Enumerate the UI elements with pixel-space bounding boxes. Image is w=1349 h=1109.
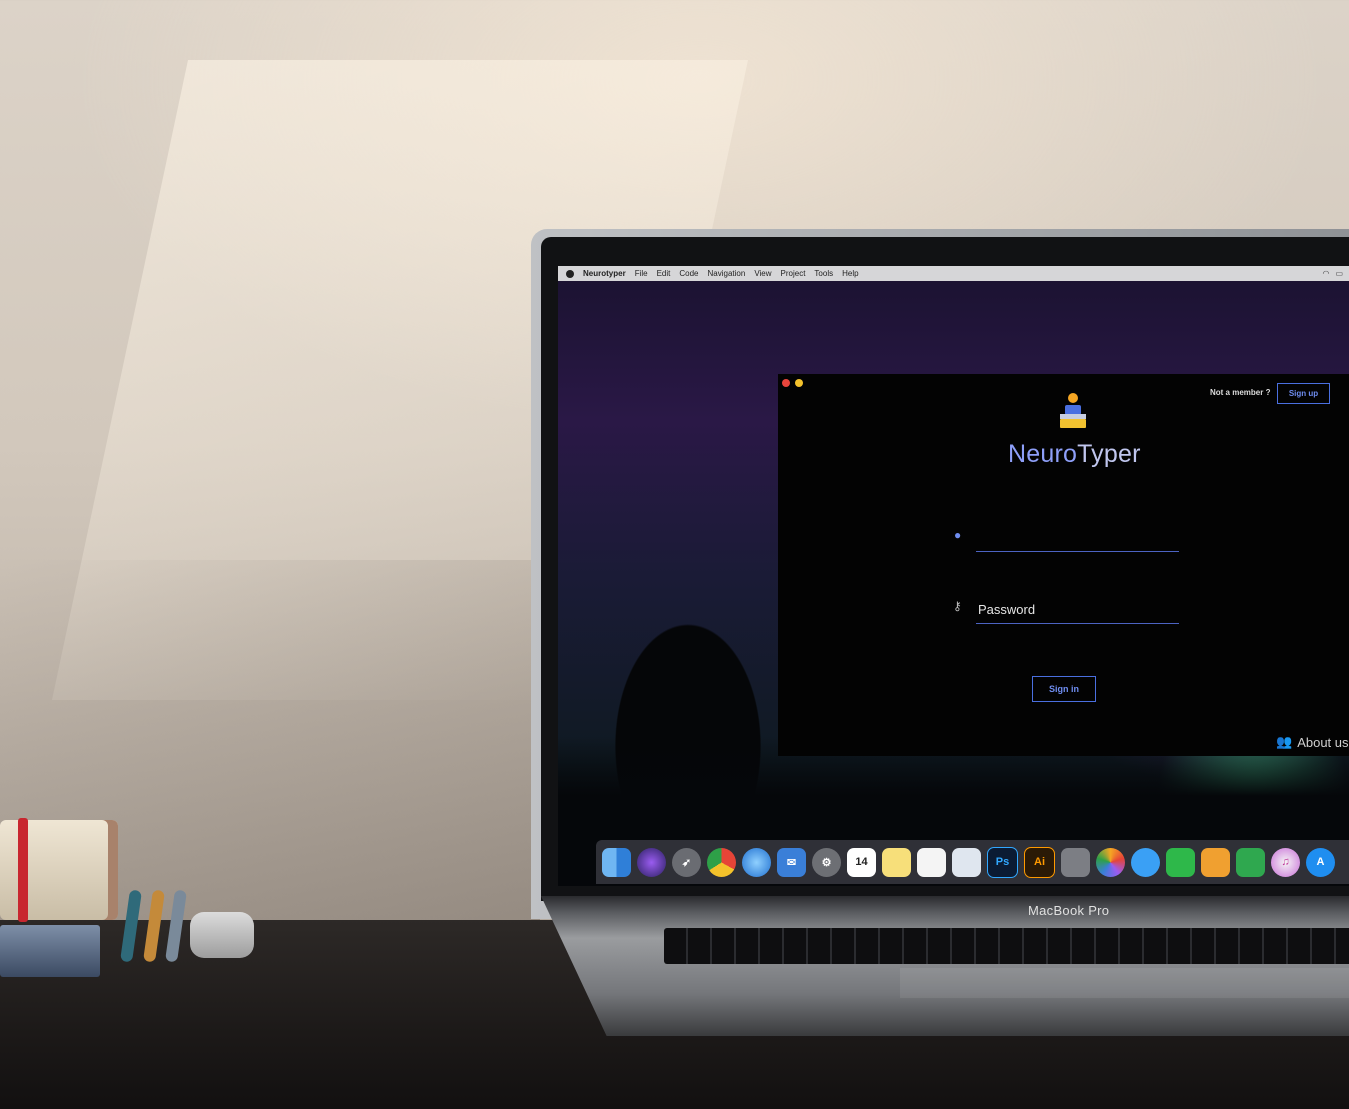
- wifi-icon[interactable]: ◠: [1322, 269, 1329, 278]
- menu-project[interactable]: Project: [781, 269, 806, 278]
- menu-view[interactable]: View: [754, 269, 771, 278]
- login-window: Not a member ? Sign up NeuroTyper ● ⚷ Pa…: [778, 374, 1349, 756]
- typist-logo-icon: [1060, 393, 1086, 428]
- not-member-text: Not a member ?: [1210, 388, 1271, 397]
- user-icon: ●: [954, 528, 962, 542]
- minimize-window-button[interactable]: [795, 379, 803, 387]
- signin-button[interactable]: Sign in: [1032, 676, 1096, 702]
- notebook-band: [18, 818, 28, 922]
- siri-icon[interactable]: [637, 847, 666, 877]
- app-store-icon[interactable]: A: [1306, 847, 1335, 877]
- book-stack: [0, 925, 100, 977]
- dock: ➶ ✉ ⚙ 14 Ps Ai ♫ A: [596, 840, 1349, 884]
- menu-bar: Neurotyper File Edit Code Navigation Vie…: [558, 266, 1349, 281]
- menu-edit[interactable]: Edit: [657, 269, 671, 278]
- laptop-screen: Neurotyper File Edit Code Navigation Vie…: [558, 266, 1349, 886]
- users-icon: 👥: [1276, 734, 1293, 749]
- battery-icon[interactable]: ▭: [1335, 269, 1343, 278]
- menu-code[interactable]: Code: [679, 269, 698, 278]
- keyboard: [664, 928, 1349, 964]
- menu-navigation[interactable]: Navigation: [708, 269, 746, 278]
- signup-button[interactable]: Sign up: [1277, 383, 1330, 404]
- numbers-icon[interactable]: [1236, 847, 1265, 877]
- menu-tools[interactable]: Tools: [814, 269, 833, 278]
- calendar-icon[interactable]: 14: [847, 847, 876, 877]
- itunes-icon[interactable]: ♫: [1271, 847, 1300, 877]
- app-title: NeuroTyper: [1008, 440, 1141, 469]
- app-title-part2: Typer: [1077, 440, 1141, 468]
- pages-icon[interactable]: [1201, 847, 1230, 877]
- menu-file[interactable]: File: [635, 269, 648, 278]
- menu-help[interactable]: Help: [842, 269, 858, 278]
- notes-icon[interactable]: [882, 847, 911, 877]
- facetime-icon[interactable]: [1166, 847, 1195, 877]
- launchpad-icon[interactable]: ➶: [672, 847, 701, 877]
- reminders-icon[interactable]: [917, 847, 946, 877]
- eraser: [190, 912, 254, 958]
- apple-icon[interactable]: [566, 269, 574, 278]
- about-us-link[interactable]: 👥 About us: [1276, 734, 1349, 750]
- menu-status-area: ◠ ▭: [1322, 269, 1349, 278]
- preview-icon[interactable]: [952, 847, 981, 877]
- palm-rest: [900, 968, 1349, 998]
- mail-icon[interactable]: ✉: [777, 847, 806, 877]
- key-icon: ⚷: [953, 599, 962, 613]
- gimp-icon[interactable]: [1061, 847, 1090, 877]
- username-input[interactable]: [976, 528, 1179, 552]
- safari-icon[interactable]: [742, 847, 771, 877]
- messages-icon[interactable]: [1131, 847, 1160, 877]
- photos-icon[interactable]: [1096, 847, 1125, 877]
- laptop-base: [541, 896, 1349, 1036]
- illustrator-icon[interactable]: Ai: [1024, 846, 1055, 878]
- menu-app-name[interactable]: Neurotyper: [583, 269, 626, 278]
- about-us-label: About us: [1297, 734, 1349, 750]
- finder-icon[interactable]: [602, 847, 631, 877]
- chrome-icon[interactable]: [707, 847, 736, 877]
- app-title-part1: Neuro: [1008, 440, 1078, 468]
- macbook-brand-label: MacBook Pro: [1028, 903, 1110, 918]
- close-window-button[interactable]: [782, 379, 790, 387]
- system-preferences-icon[interactable]: ⚙: [812, 847, 841, 877]
- password-input[interactable]: Password: [976, 600, 1179, 624]
- photoshop-icon[interactable]: Ps: [987, 846, 1018, 878]
